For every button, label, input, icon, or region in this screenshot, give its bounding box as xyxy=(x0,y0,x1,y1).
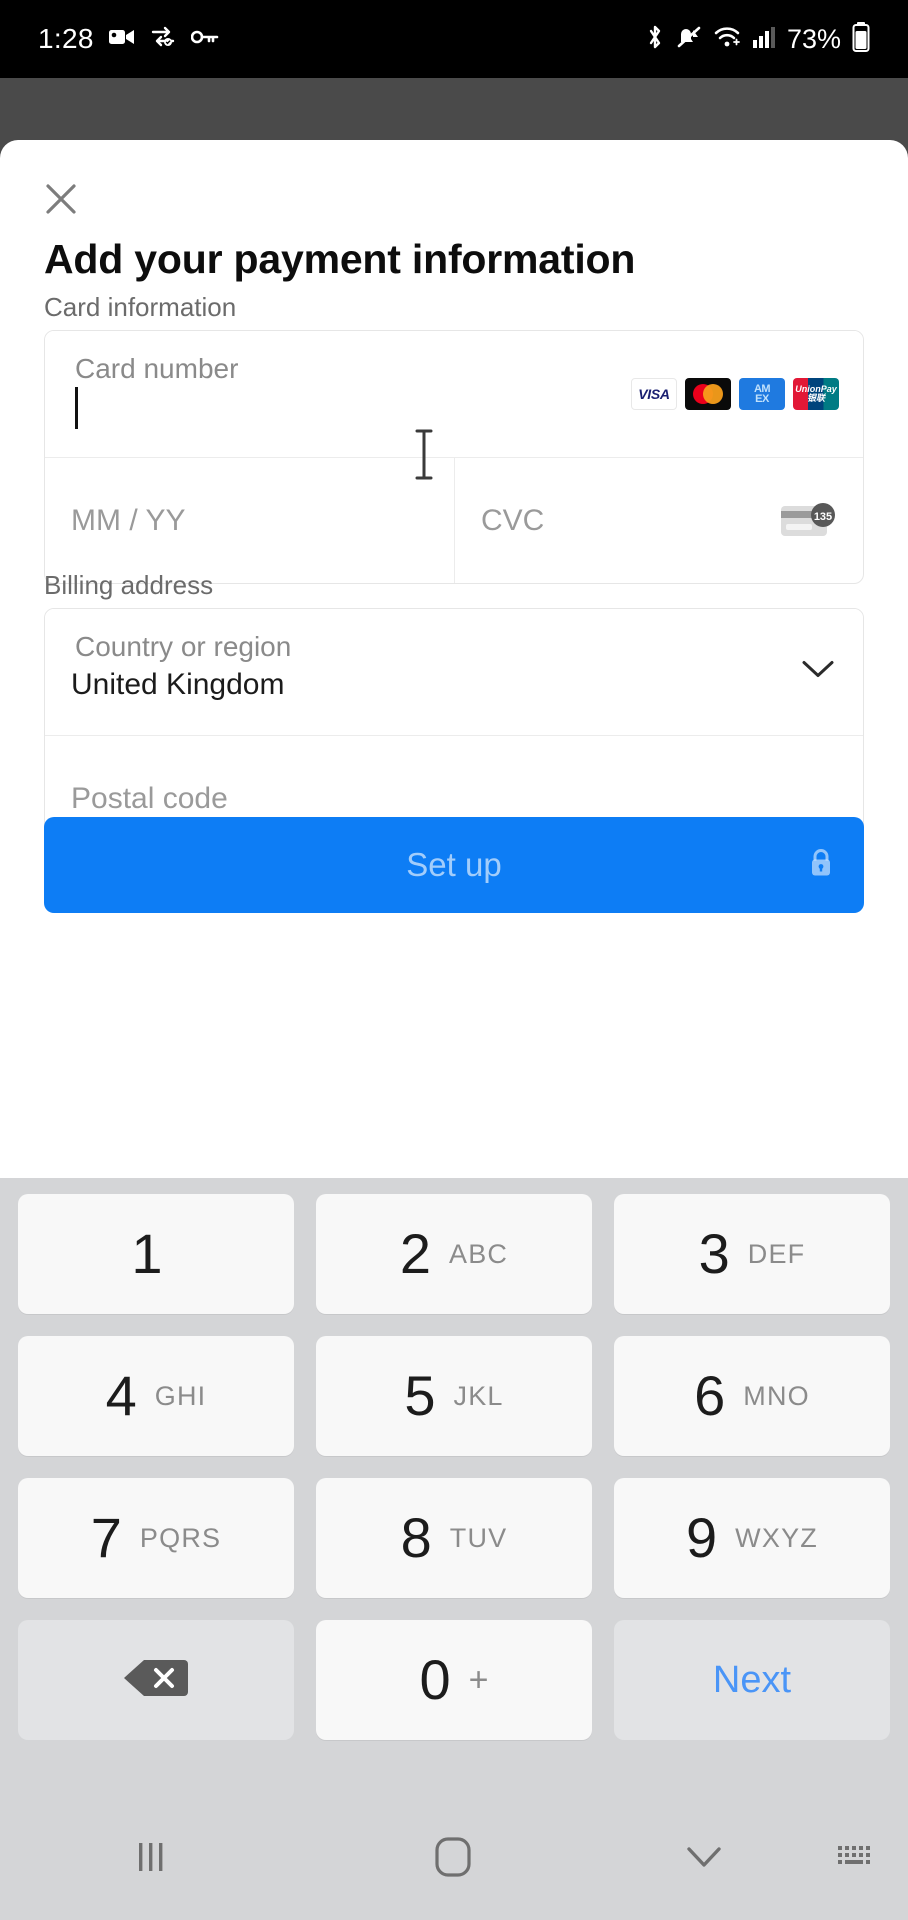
key-0[interactable]: 0 + xyxy=(316,1620,592,1740)
numeric-keypad: 1 2 ABC 3 DEF 4 GHI 5 JKL 6 MNO 7 PQRS 8… xyxy=(0,1178,908,1798)
keyboard-switch-button[interactable] xyxy=(804,1841,908,1878)
key-4[interactable]: 4 GHI xyxy=(18,1336,294,1456)
key-letters: DEF xyxy=(747,1238,806,1269)
recents-button[interactable] xyxy=(0,1837,302,1882)
mastercard-icon xyxy=(685,378,731,410)
key-digit: 2 xyxy=(399,1222,432,1285)
country-select[interactable]: Country or region United Kingdom xyxy=(45,609,863,735)
key-icon xyxy=(190,28,219,51)
status-bar: 1:28 73% xyxy=(0,0,908,78)
key-digit: 5 xyxy=(404,1364,436,1427)
payment-bottom-sheet: Add your payment information Card inform… xyxy=(0,140,908,1178)
postal-code-placeholder: Postal code xyxy=(71,781,228,815)
key-plus: + xyxy=(468,1660,489,1699)
recents-icon xyxy=(133,1837,169,1882)
vpn-key-exchange-icon xyxy=(150,26,176,53)
visa-icon: VISA xyxy=(631,378,677,410)
android-navigation-bar xyxy=(0,1798,908,1920)
key-1[interactable]: 1 xyxy=(18,1194,294,1314)
key-digit: 3 xyxy=(698,1222,730,1285)
status-bar-left: 1:28 xyxy=(38,23,219,55)
keypad-row-2: 4 GHI 5 JKL 6 MNO xyxy=(18,1336,890,1456)
phone-screen: 1:28 73% Add your payment information Ca… xyxy=(0,0,908,1920)
cvc-hint-icon: 135 xyxy=(781,502,837,540)
keypad-row-1: 1 2 ABC 3 DEF xyxy=(18,1194,890,1314)
setup-button[interactable]: Set up xyxy=(44,817,864,913)
cvc-placeholder: CVC xyxy=(481,504,545,537)
expiry-cvc-row: MM / YY CVC 135 xyxy=(45,457,863,583)
key-digit: 7 xyxy=(90,1506,122,1569)
billing-address-label: Billing address xyxy=(44,570,214,600)
expiry-field[interactable]: MM / YY xyxy=(45,458,454,583)
key-digit: 4 xyxy=(105,1364,137,1427)
billing-address-group: Country or region United Kingdom Postal … xyxy=(44,608,864,844)
chevron-down-icon xyxy=(684,1842,724,1877)
card-information-group: Card number VISA AM EX UnionPay 银联 MM / … xyxy=(44,330,864,584)
country-label: Country or region xyxy=(75,631,292,662)
keypad-row-3: 7 PQRS 8 TUV 9 WXYZ xyxy=(18,1478,890,1598)
key-letters: TUV xyxy=(449,1522,508,1553)
key-letters: GHI xyxy=(154,1380,207,1411)
lock-icon xyxy=(806,846,836,885)
status-clock: 1:28 xyxy=(38,23,94,54)
setup-button-label: Set up xyxy=(406,846,502,883)
key-digit: 0 xyxy=(419,1648,451,1711)
key-9[interactable]: 9 WXYZ xyxy=(614,1478,890,1598)
back-button[interactable] xyxy=(604,1842,804,1877)
wifi-icon xyxy=(713,25,741,54)
close-button[interactable] xyxy=(36,174,86,224)
key-5[interactable]: 5 JKL xyxy=(316,1336,592,1456)
mute-bell-icon xyxy=(676,24,702,55)
cellular-signal-icon xyxy=(752,25,776,54)
key-letters: PQRS xyxy=(139,1522,222,1553)
home-button[interactable] xyxy=(302,1836,604,1883)
home-icon xyxy=(433,1836,473,1883)
chevron-down-icon xyxy=(801,659,835,686)
key-8[interactable]: 8 TUV xyxy=(316,1478,592,1598)
amex-icon: AM EX xyxy=(739,378,785,410)
status-bar-right: 73% xyxy=(645,21,870,57)
page-title: Add your payment information xyxy=(44,236,636,282)
key-3[interactable]: 3 DEF xyxy=(614,1194,890,1314)
accepted-card-brands: VISA AM EX UnionPay 银联 xyxy=(631,378,839,410)
key-digit: 1 xyxy=(131,1222,163,1285)
key-2[interactable]: 2 ABC xyxy=(316,1194,592,1314)
key-digit: 8 xyxy=(400,1506,432,1569)
bluetooth-icon xyxy=(645,23,665,56)
key-7[interactable]: 7 PQRS xyxy=(18,1478,294,1598)
expiry-placeholder: MM / YY xyxy=(71,504,186,537)
unionpay-icon: UnionPay 银联 xyxy=(793,378,839,410)
keypad-row-4: 0 + Next xyxy=(18,1620,890,1740)
card-information-label: Card information xyxy=(44,292,237,322)
video-camera-icon xyxy=(108,27,135,52)
next-key[interactable]: Next xyxy=(614,1620,890,1740)
backspace-icon xyxy=(124,1656,188,1705)
key-digit: 6 xyxy=(694,1364,726,1427)
card-number-label: Card number xyxy=(75,353,239,384)
key-letters: ABC xyxy=(449,1238,509,1269)
backspace-key[interactable] xyxy=(18,1620,294,1740)
battery-icon xyxy=(852,21,870,57)
key-6[interactable]: 6 MNO xyxy=(614,1336,890,1456)
key-letters: MNO xyxy=(743,1380,810,1411)
close-icon xyxy=(46,184,76,214)
keyboard-switch-icon xyxy=(835,1841,877,1878)
key-letters: JKL xyxy=(453,1380,504,1411)
key-letters: WXYZ xyxy=(735,1522,818,1553)
key-digit: 9 xyxy=(686,1506,718,1569)
cvc-field[interactable]: CVC 135 xyxy=(454,458,863,583)
text-caret xyxy=(75,387,78,429)
battery-percent-label: 73% xyxy=(786,23,841,54)
next-key-label: Next xyxy=(712,1658,792,1701)
card-number-field[interactable]: Card number VISA AM EX UnionPay 银联 xyxy=(45,331,863,457)
country-value: United Kingdom xyxy=(71,668,285,701)
svg-text:135: 135 xyxy=(814,511,832,523)
